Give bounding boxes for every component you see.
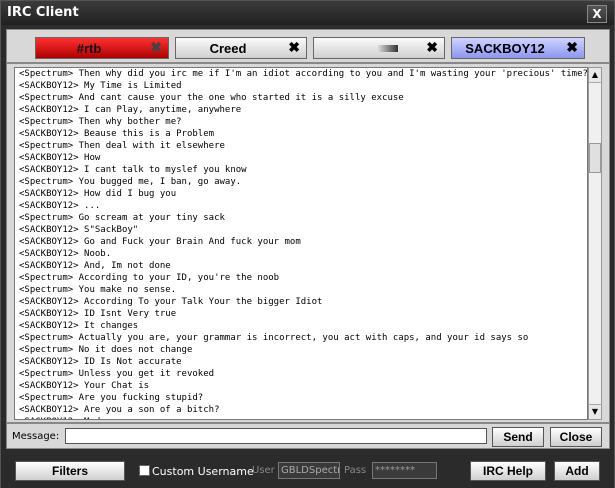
chat-line: <SACKBOY12> ID Is Not accurate — [19, 357, 182, 367]
chat-line: <Spectrum> Then why bother me? — [19, 117, 182, 127]
tab-close-icon[interactable]: ✖ — [288, 39, 300, 56]
chat-line: <SACKBOY12> Go and Fuck your Brain And f… — [19, 237, 301, 247]
chat-line: <SACKBOY12> According To your Talk Your … — [19, 297, 323, 307]
chat-line: <SACKBOY12> ID Isnt Very true — [19, 309, 177, 319]
scroll-up-icon[interactable]: ▲ — [589, 68, 601, 83]
chat-line: <SACKBOY12> I cant talk to myslef you kn… — [19, 165, 247, 175]
custom-username-checkbox[interactable] — [139, 465, 150, 476]
user-label: User — [252, 465, 275, 476]
chat-line: <SACKBOY12> How — [19, 153, 101, 163]
pass-field[interactable]: ******** — [372, 462, 437, 479]
chat-line: <SACKBOY12> Noob. — [19, 249, 112, 259]
send-button[interactable]: Send — [492, 427, 544, 447]
chat-line: <Spectrum> Then deal with it elsewhere — [19, 141, 225, 151]
chat-line: <Spectrum> Then why did you irc me if I'… — [19, 69, 588, 79]
add-button[interactable]: Add — [554, 461, 600, 481]
chat-line: <SACKBOY12> It changes — [19, 321, 139, 331]
chat-scrollbar[interactable]: ▲ ▼ — [588, 67, 602, 420]
chat-line: <Spectrum> Actually you are, your gramma… — [19, 333, 529, 343]
chat-line: <SACKBOY12> S"SackBoy" — [19, 225, 139, 235]
tab-close-icon[interactable]: ✖ — [566, 39, 578, 56]
tab-rtb[interactable]: #rtb ✖ — [35, 37, 169, 59]
chat-line: <SACKBOY12> Your Chat is — [19, 381, 150, 391]
filters-button[interactable]: Filters — [15, 461, 125, 481]
message-row: Message: Send Close — [6, 423, 610, 449]
close-button[interactable]: Close — [550, 427, 602, 447]
custom-username-label: Custom Username — [152, 465, 254, 478]
tab-label: Creed — [209, 41, 247, 56]
chat-panel: <Spectrum> Then why did you irc me if I'… — [6, 63, 610, 423]
chat-line: <Spectrum> You make no sense. — [19, 285, 177, 295]
irc-help-button[interactable]: IRC Help — [470, 461, 546, 481]
tab-creed[interactable]: Creed ✖ — [175, 37, 307, 59]
user-field[interactable]: GBLDSpectr — [278, 462, 340, 479]
tab-unnamed[interactable]: ✖ — [313, 37, 445, 59]
chat-line: <SACKBOY12> How did I bug you — [19, 189, 177, 199]
message-label: Message: — [12, 431, 60, 442]
bottom-bar: Filters Custom Username User GBLDSpectr … — [1, 453, 614, 488]
title-bar: IRC Client X — [1, 1, 614, 25]
irc-client-window: IRC Client X #rtb ✖ Creed ✖ ✖ SACKBOY12 … — [0, 0, 615, 488]
window-close-button[interactable]: X — [587, 5, 607, 23]
chat-line: <SACKBOY12> Mod... — [15, 416, 587, 419]
chat-line: <Spectrum> Unless you get it revoked — [19, 369, 215, 379]
chat-line: <Spectrum> You bugged me, I ban, go away… — [19, 177, 242, 187]
chat-line: <Spectrum> And cant cause your the one w… — [19, 93, 404, 103]
tab-label: #rtb — [76, 41, 102, 56]
scroll-down-icon[interactable]: ▼ — [589, 404, 601, 419]
tab-close-icon[interactable]: ✖ — [426, 39, 438, 56]
chat-line: <SACKBOY12> ... — [19, 201, 101, 211]
chat-line: <SACKBOY12> Beause this is a Problem — [19, 129, 215, 139]
chat-line: <SACKBOY12> Are you a son of a bitch? — [19, 405, 220, 415]
channel-tab-bar: #rtb ✖ Creed ✖ ✖ SACKBOY12 ✖ — [6, 29, 610, 63]
window-title: IRC Client — [7, 5, 79, 20]
chat-log[interactable]: <Spectrum> Then why did you irc me if I'… — [14, 67, 588, 420]
chat-line: <SACKBOY12> I can Play, anytime, anywher… — [19, 105, 242, 115]
tab-sackboy12[interactable]: SACKBOY12 ✖ — [451, 37, 585, 59]
message-input[interactable] — [65, 428, 487, 444]
scroll-thumb[interactable] — [589, 143, 601, 173]
chat-line: <Spectrum> Go scream at your tiny sack — [19, 213, 225, 223]
chat-line: <SACKBOY12> And, Im not done — [19, 261, 171, 271]
pass-label: Pass — [344, 465, 367, 476]
tab-redacted-label — [378, 45, 398, 52]
chat-line: <Spectrum> No it does not change — [19, 345, 193, 355]
chat-line: <Spectrum> According to your ID, you're … — [19, 273, 280, 283]
chat-line: <Spectrum> Are you fucking stupid? — [19, 393, 204, 403]
tab-label: SACKBOY12 — [465, 41, 545, 56]
chat-line: <SACKBOY12> My Time is Limited — [19, 81, 182, 91]
tab-close-icon[interactable]: ✖ — [150, 39, 162, 56]
